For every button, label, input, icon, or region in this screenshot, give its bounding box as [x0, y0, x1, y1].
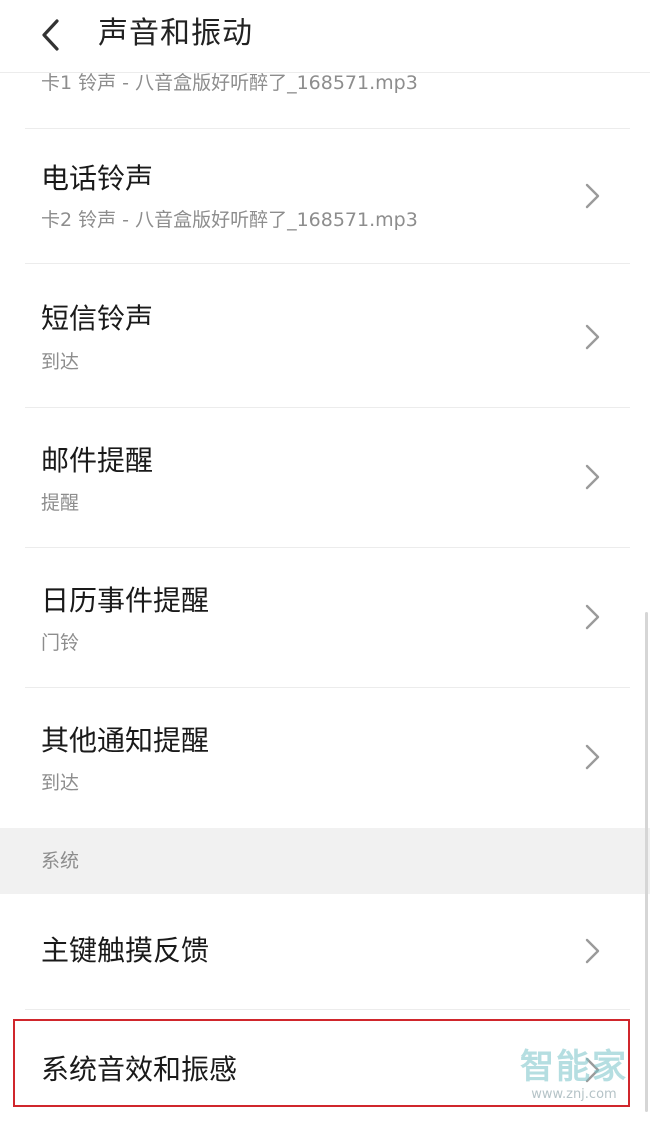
- chevron-right-icon: [585, 1057, 600, 1083]
- back-button[interactable]: [30, 12, 70, 58]
- list-item-phone-ringtone[interactable]: 电话铃声 卡2 铃声 - 八音盒版好听醉了_168571.mp3: [0, 129, 650, 263]
- chevron-right-icon: [585, 324, 600, 350]
- list-item-title: 主键触摸反馈: [41, 934, 210, 967]
- list-item-title: 系统音效和振感: [41, 1053, 238, 1086]
- list-item-calendar-alert[interactable]: 日历事件提醒 门铃: [0, 548, 650, 687]
- list-item-title: 日历事件提醒: [41, 584, 210, 617]
- chevron-right-icon: [585, 183, 600, 209]
- header-bar: 声音和振动: [0, 0, 650, 73]
- list-item-subtitle: 到达: [41, 351, 80, 373]
- list-item-title: 其他通知提醒: [41, 724, 210, 757]
- section-label: 系统: [41, 850, 80, 872]
- list-item-subtitle: 提醒: [41, 492, 80, 514]
- list-item-subtitle: 卡2 铃声 - 八音盒版好听醉了_168571.mp3: [41, 209, 418, 231]
- list-item-subtitle: 门铃: [41, 632, 80, 654]
- scrollbar[interactable]: [645, 612, 648, 1112]
- chevron-right-icon: [585, 744, 600, 770]
- list-item-system-sound-vibration[interactable]: 系统音效和振感: [0, 1010, 650, 1120]
- list-item-sms-ringtone[interactable]: 短信铃声 到达: [0, 264, 650, 407]
- page-title: 声音和振动: [98, 16, 253, 51]
- list-item-title: 短信铃声: [41, 302, 154, 335]
- chevron-right-icon: [585, 604, 600, 630]
- list-item-title: 邮件提醒: [41, 444, 154, 477]
- chevron-right-icon: [585, 464, 600, 490]
- section-header-system: 系统: [0, 828, 650, 894]
- list-item-email-alert[interactable]: 邮件提醒 提醒: [0, 408, 650, 547]
- chevron-right-icon: [585, 938, 600, 964]
- list-item-subtitle: 到达: [41, 772, 80, 794]
- list-item-title: 电话铃声: [41, 162, 154, 195]
- chevron-left-icon: [42, 19, 59, 51]
- list-item-home-key-haptics[interactable]: 主键触摸反馈: [0, 894, 650, 1009]
- sim1-ringtone-subtitle: 卡1 铃声 - 八音盒版好听醉了_168571.mp3: [41, 72, 418, 94]
- list-item-other-notification[interactable]: 其他通知提醒 到达: [0, 688, 650, 828]
